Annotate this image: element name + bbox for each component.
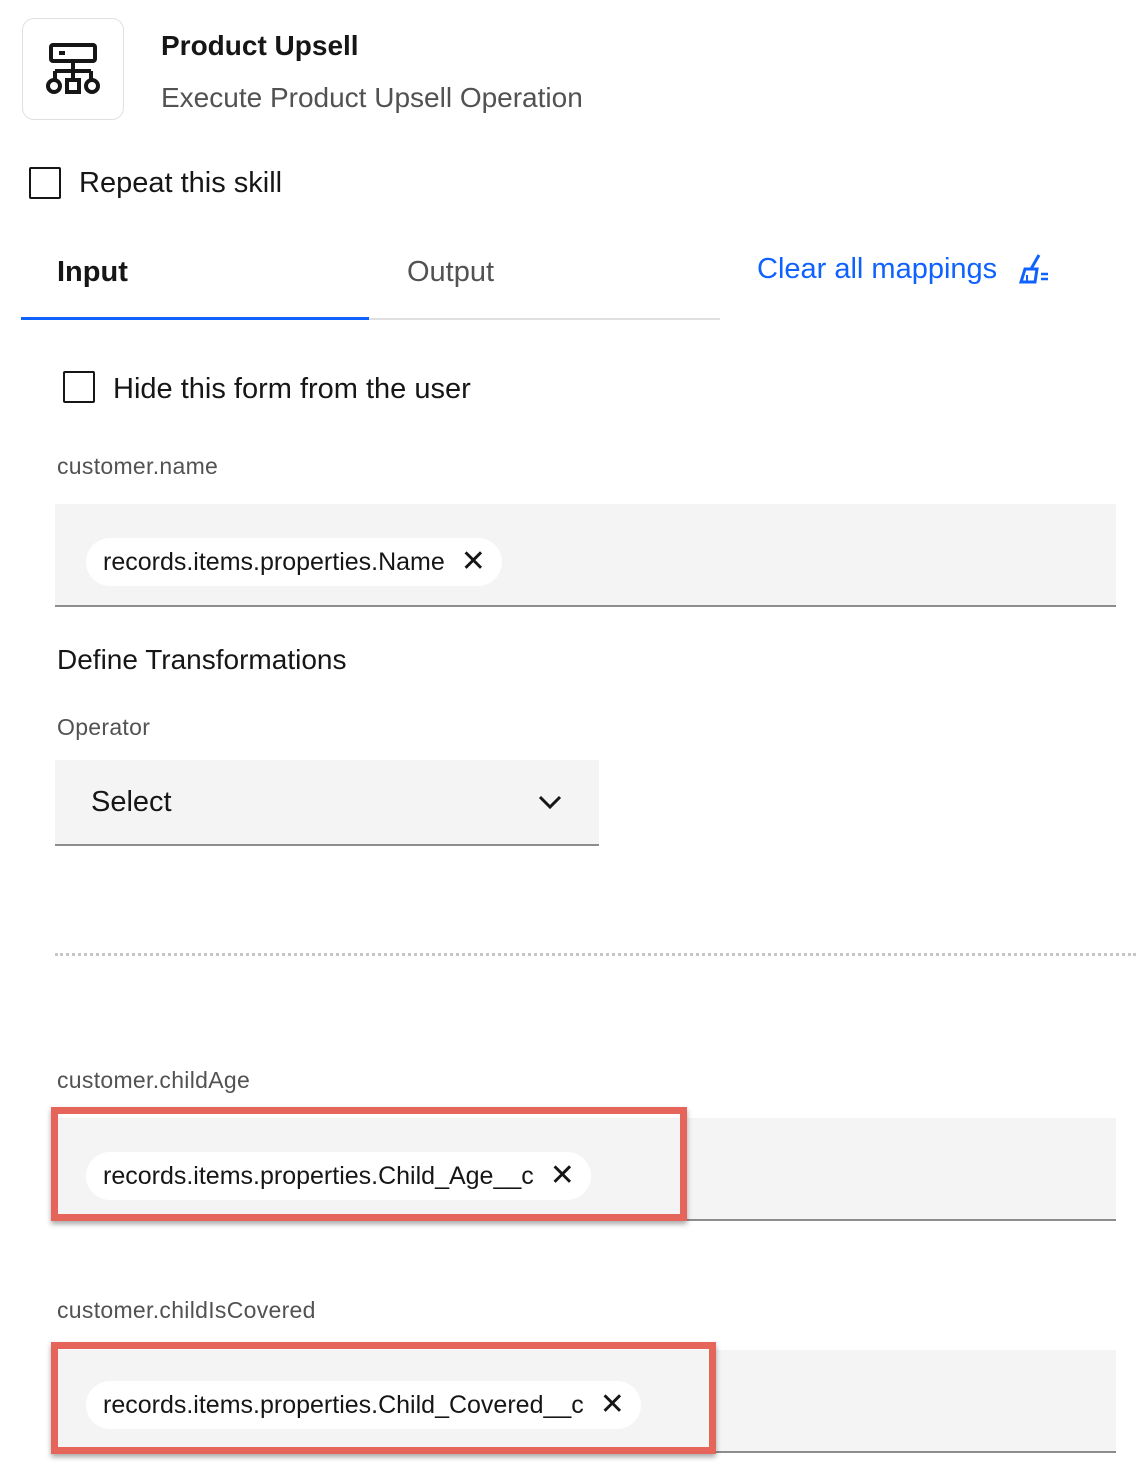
operator-select-value: Select: [91, 785, 172, 818]
close-icon[interactable]: ✕: [461, 547, 486, 577]
tab-input[interactable]: Input: [57, 256, 128, 289]
repeat-skill-label: Repeat this skill: [79, 167, 283, 199]
customer-name-input[interactable]: records.items.properties.Name ✕: [55, 504, 1116, 607]
hide-form-label: Hide this form from the user: [113, 373, 471, 405]
mapping-tag: records.items.properties.Name ✕: [86, 538, 502, 586]
skill-title: Product Upsell: [161, 30, 359, 61]
operator-label: Operator: [57, 714, 151, 740]
tab-underline: [369, 318, 720, 320]
mapping-tag-label: records.items.properties.Name: [103, 547, 445, 576]
clear-all-mappings-label: Clear all mappings: [757, 252, 998, 285]
broom-icon: [1019, 254, 1049, 284]
hide-form-checkbox[interactable]: [63, 371, 95, 403]
highlight-box-childage: [51, 1107, 687, 1221]
highlight-box-childiscovered: [51, 1342, 716, 1454]
section-divider: [55, 953, 1136, 956]
tab-output[interactable]: Output: [407, 256, 494, 289]
skill-subtitle: Execute Product Upsell Operation: [161, 82, 583, 113]
skill-icon-tile: [22, 18, 124, 120]
workflow-tree-icon: [46, 43, 100, 94]
define-transformations-title: Define Transformations: [57, 644, 347, 675]
repeat-skill-checkbox[interactable]: [29, 167, 61, 199]
chevron-down-icon: [538, 795, 562, 810]
field-label-customer-childage: customer.childAge: [57, 1067, 251, 1093]
clear-all-mappings-link[interactable]: Clear all mappings: [757, 252, 1051, 286]
field-label-customer-childiscovered: customer.childIsCovered: [57, 1297, 316, 1323]
tab-input-indicator: [21, 317, 369, 320]
field-label-customer-name: customer.name: [57, 453, 219, 479]
operator-select[interactable]: Select: [55, 760, 599, 846]
